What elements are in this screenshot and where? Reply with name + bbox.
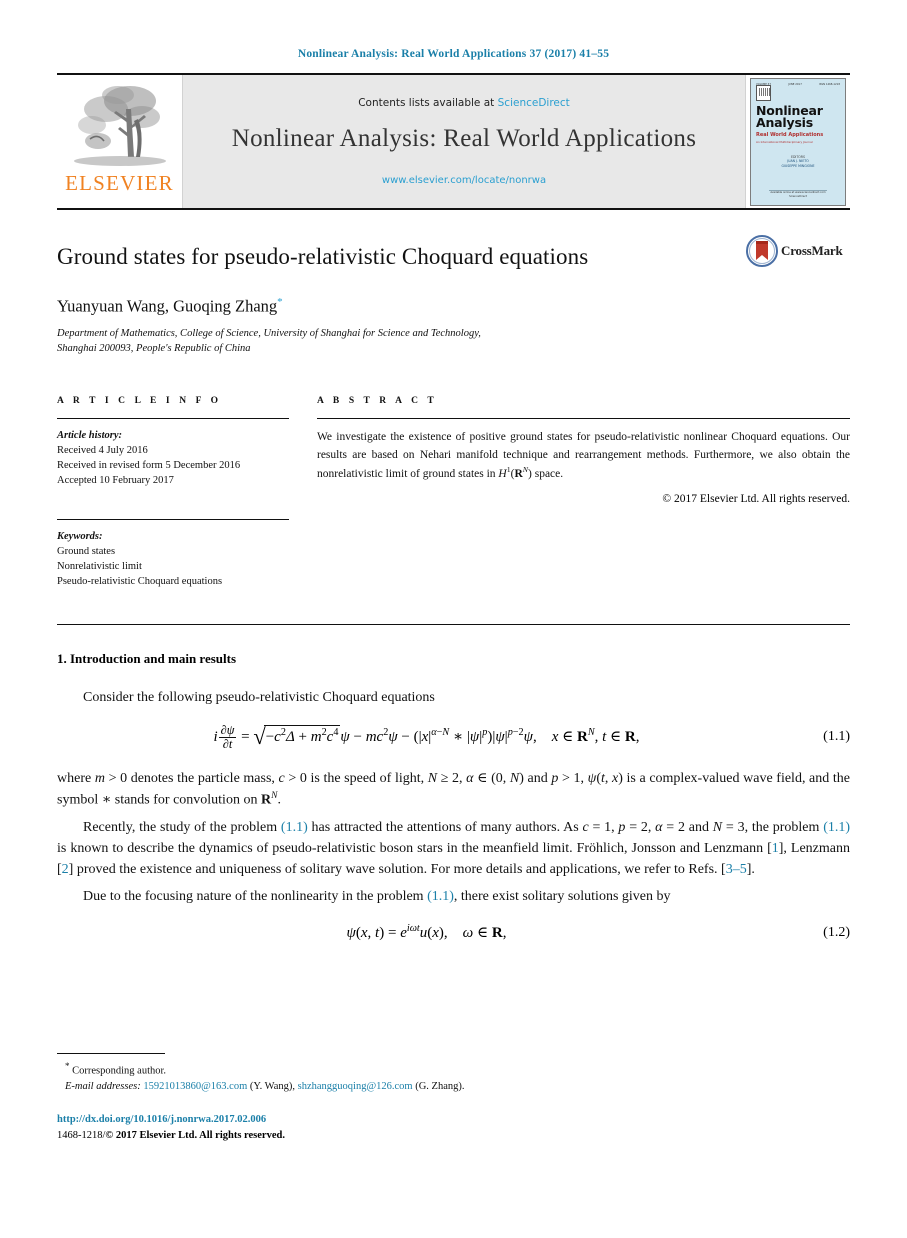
running-head: Nonlinear Analysis: Real World Applicati… (297, 48, 610, 60)
article-info-column: A R T I C L E I N F O Article history: R… (57, 396, 289, 589)
journal-title: Nonlinear Analysis: Real World Applicati… (231, 125, 697, 152)
equation-1-1-number: (1.1) (823, 729, 850, 745)
paragraph-consider: Consider the following pseudo-relativist… (83, 689, 435, 705)
keywords-label: Keywords: (57, 531, 103, 542)
masthead-bottom-rule (57, 208, 850, 210)
citation-ref-1[interactable]: 1 (772, 841, 779, 856)
email-author-zhang: (G. Zhang). (415, 1081, 465, 1093)
contents-prefix: Contents lists available at (358, 97, 495, 109)
corresponding-author-marker[interactable]: * (277, 296, 283, 308)
cover-subtitle: Real World Applications (756, 131, 824, 138)
affiliation-line-2: Shanghai 200093, People's Republic of Ch… (57, 343, 251, 355)
history-item-received: Received 4 July 2016 (57, 445, 148, 457)
cover-title-line2: Analysis (756, 115, 814, 131)
page-title: Ground states for pseudo-relativistic Ch… (57, 244, 589, 269)
equation-1-1-body: i ∂ψ ∂t = √−c2Δ + m2c4 ψ − mc2ψ − (|x|α−N ∗… (213, 722, 640, 751)
paragraph-due-to: Due to the focusing nature of the nonlin… (83, 889, 671, 905)
cover-date: JUNE 2017 (788, 82, 802, 86)
article-info-heading: A R T I C L E I N F O (57, 396, 222, 407)
article-history-label: Article history: (57, 430, 123, 442)
affiliation: Department of Mathematics, College of Sc… (57, 326, 697, 356)
abstract-column: A B S T R A C T We investigate the exist… (317, 396, 850, 589)
citation-ref-2[interactable]: 2 (62, 862, 69, 877)
crossmark-label: CrossMark (781, 243, 843, 258)
doi-link[interactable]: http://dx.doi.org/10.1016/j.nonrwa.2017.… (57, 1114, 266, 1125)
footnote-star-marker: * (65, 1061, 70, 1071)
cover-subtitle2: An International Multidisciplinary Journ… (756, 139, 813, 144)
keywords-rule (57, 519, 289, 520)
elsevier-tree-icon (68, 79, 172, 175)
abstract-copyright: © 2017 Elsevier Ltd. All rights reserved… (662, 492, 850, 505)
email-author-wang: (Y. Wang) (249, 1081, 293, 1093)
cover-elsevier-mark-icon (756, 84, 771, 101)
keyword-item-2: Nonrelativistic limit (57, 560, 142, 572)
keyword-item-3: Pseudo-relativistic Choquard equations (57, 575, 223, 587)
author-names: Yuanyuan Wang, Guoqing Zhang (57, 296, 278, 316)
corresponding-author-text: Corresponding author. (72, 1065, 167, 1077)
elsevier-wordmark: ELSEVIER (65, 171, 174, 195)
affiliation-line-1: Department of Mathematics, College of Sc… (57, 327, 481, 339)
footnote-block: * Corresponding author. E-mail addresses… (57, 1053, 850, 1095)
equation-1-2: ψ(x, t) = eiωtu(x), ω ∈ R, (1.2) (57, 923, 850, 942)
eq-ref-1-1-c[interactable]: (1.1) (427, 889, 454, 904)
email-addresses-line: E-mail addresses: 15921013860@163.com (Y… (65, 1081, 465, 1093)
equation-1-2-body: ψ(x, t) = eiωtu(x), ω ∈ R, (346, 923, 507, 942)
contents-available-line: Contents lists available at ScienceDirec… (358, 97, 570, 109)
cover-title: Nonlinear Analysis (756, 104, 842, 131)
page-footer: http://dx.doi.org/10.1016/j.nonrwa.2017.… (57, 1112, 285, 1143)
corresponding-author-note: * Corresponding author. (57, 1060, 850, 1079)
email-addresses-label: E-mail addresses: (65, 1081, 141, 1093)
abstract-text: We investigate the existence of positive… (317, 431, 850, 480)
article-history: Article history: Received 4 July 2016 Re… (57, 429, 289, 489)
paper-page: Nonlinear Analysis: Real World Applicati… (0, 0, 907, 1238)
cover-footer-line2: ScienceDirect (789, 194, 807, 198)
journal-masthead: ELSEVIER Contents lists available at Sci… (57, 73, 850, 208)
sciencedirect-link[interactable]: ScienceDirect (498, 97, 570, 109)
journal-cover-thumbnail: VOLUME 37 JUNE 2017 ISSN 1468-1218 Nonli… (746, 75, 850, 208)
abstract-rule (317, 418, 850, 420)
history-item-accepted: Accepted 10 February 2017 (57, 475, 174, 487)
cover-issn: ISSN 1468-1218 (819, 82, 840, 86)
info-abstract-row: A R T I C L E I N F O Article history: R… (57, 396, 850, 589)
citation-ref-3-5[interactable]: 3–5 (726, 862, 747, 877)
email-link-zhang[interactable]: shzhangguoqing@126.com (298, 1081, 413, 1092)
crossmark-badge[interactable]: CrossMark (746, 234, 850, 268)
cover-editors: EDITORS JUAN J. NIETO GIUSEPPE MINGIONE (751, 155, 845, 169)
paragraph-where: where m > 0 denotes the particle mass, c… (57, 771, 850, 809)
keywords-block: Keywords: Ground states Nonrelativistic … (57, 530, 289, 590)
issn-copyright: © 2017 Elsevier Ltd. All rights reserved… (105, 1129, 285, 1141)
journal-homepage-url[interactable]: www.elsevier.com/locate/nonrwa (382, 175, 546, 186)
issn-copyright-line: 1468-1218/© 2017 Elsevier Ltd. All right… (57, 1128, 285, 1143)
abstract-heading: A B S T R A C T (317, 396, 438, 407)
article-info-rule (57, 418, 289, 420)
masthead-center: Contents lists available at ScienceDirec… (182, 75, 746, 208)
crossmark-icon (746, 235, 778, 267)
equation-1-2-number: (1.2) (823, 924, 850, 940)
footnote-rule (57, 1053, 165, 1054)
issn-prefix: 1468-1218/ (57, 1129, 106, 1141)
cover-editor-2: GIUSEPPE MINGIONE (781, 164, 815, 169)
cover-footer: Available online at www.sciencedirect.co… (751, 191, 845, 199)
paragraph-recently: Recently, the study of the problem (1.1)… (57, 820, 851, 878)
elsevier-logo: ELSEVIER (57, 75, 182, 208)
email-link-wang[interactable]: 15921013860@163.com (143, 1081, 247, 1092)
body-top-rule (57, 623, 850, 625)
equation-1-1: i ∂ψ ∂t = √−c2Δ + m2c4 ψ − mc2ψ − (|x|α−N ∗… (57, 722, 850, 751)
article-body: 1. Introduction and main results Conside… (57, 651, 850, 942)
history-item-revised: Received in revised form 5 December 2016 (57, 460, 241, 472)
eq-ref-1-1-b[interactable]: (1.1) (823, 820, 850, 835)
keyword-item-1: Ground states (57, 545, 116, 557)
section-heading-introduction: 1. Introduction and main results (57, 650, 237, 666)
article-title-block: CrossMark Ground states for pseudo-relat… (57, 235, 850, 356)
author-list: Yuanyuan Wang, Guoqing Zhang* (57, 296, 850, 317)
eq-ref-1-1-a[interactable]: (1.1) (281, 820, 308, 835)
